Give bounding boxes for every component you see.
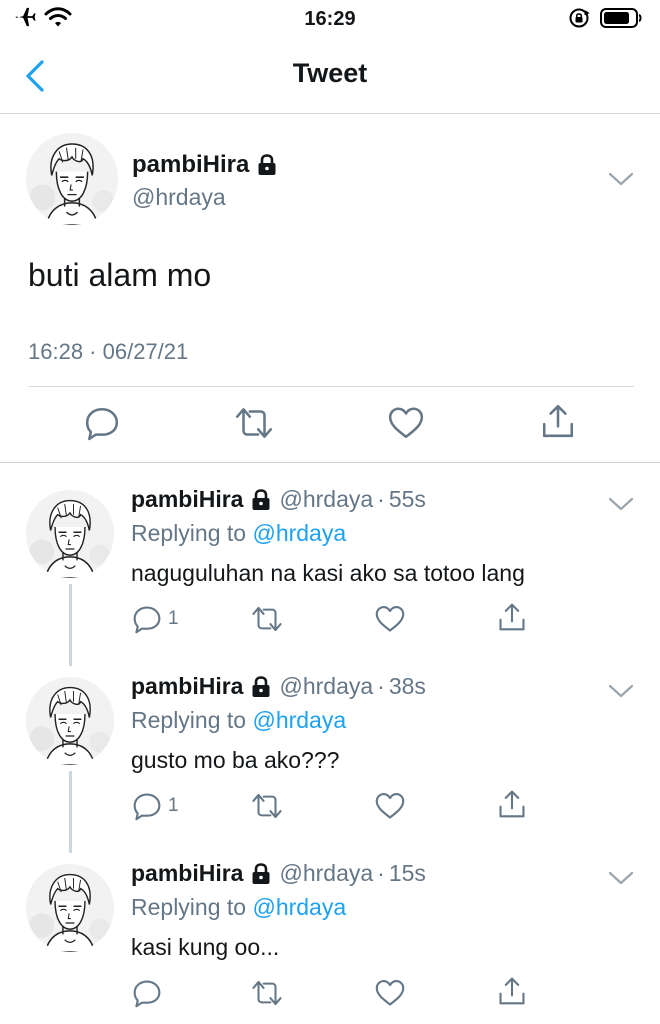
tweet-age: 15s: [388, 860, 426, 886]
chevron-down-icon[interactable]: [608, 496, 634, 512]
tweet-actions: 1: [0, 604, 660, 636]
share-icon[interactable]: [540, 403, 576, 439]
replying-to: Replying to @hrdaya: [131, 894, 346, 921]
tweet-text: buti alam mo: [28, 257, 212, 293]
replying-to-label: Replying to: [131, 894, 247, 920]
reply-icon: [132, 604, 162, 634]
lock-icon: [257, 154, 277, 176]
replying-to: Replying to @hrdaya: [131, 520, 346, 547]
tweet-actions: [0, 405, 660, 445]
mention-link[interactable]: @hrdaya: [252, 707, 346, 733]
display-name[interactable]: pambiHira: [132, 151, 277, 179]
tweet-text: kasi kung oo...: [131, 934, 280, 960]
replying-to-label: Replying to: [131, 707, 247, 733]
main-tweet: pambiHira @hrdaya buti alam mo 16:28 · 0…: [0, 115, 660, 463]
lock-icon: [251, 489, 271, 511]
user-handle[interactable]: @hrdaya: [132, 184, 226, 211]
tweet-timestamp[interactable]: 16:28 · 06/27/21: [28, 339, 188, 365]
reply-tweet[interactable]: pambiHira @hrdaya · 55s Replying to @hrd…: [0, 466, 660, 666]
replying-to: Replying to @hrdaya: [131, 707, 346, 734]
tweet-actions: 1: [0, 791, 660, 823]
reply-icon: [132, 791, 162, 821]
navigation-bar: Tweet: [0, 40, 660, 114]
reply-button[interactable]: 1: [132, 791, 179, 821]
separator: ·: [377, 673, 385, 699]
tweet-age: 55s: [388, 486, 426, 512]
share-icon[interactable]: [497, 789, 527, 819]
status-time: 16:29: [304, 8, 356, 30]
separator: ·: [377, 860, 385, 886]
mention-link[interactable]: @hrdaya: [252, 520, 346, 546]
divider: [28, 386, 634, 387]
avatar[interactable]: [26, 490, 114, 578]
page-title: Tweet: [292, 58, 368, 88]
chevron-down-icon[interactable]: [608, 171, 634, 187]
reply-icon[interactable]: [84, 405, 120, 441]
share-icon[interactable]: [497, 976, 527, 1006]
retweet-icon[interactable]: [250, 604, 284, 634]
like-icon[interactable]: [387, 405, 425, 441]
chevron-down-icon[interactable]: [608, 683, 634, 699]
tweet-age: 38s: [388, 673, 426, 699]
lock-icon: [251, 676, 271, 698]
avatar[interactable]: [26, 864, 114, 952]
reply-count: 1: [168, 795, 179, 816]
replying-to-label: Replying to: [131, 520, 247, 546]
user-handle[interactable]: @hrdaya: [279, 673, 373, 700]
like-icon[interactable]: [374, 978, 406, 1008]
tweet-text: naguguluhan na kasi ako sa totoo lang: [131, 560, 525, 586]
tweet-actions: [0, 978, 660, 1010]
orientation-lock-icon: [568, 7, 590, 29]
separator: ·: [377, 486, 385, 512]
user-handle[interactable]: @hrdaya: [279, 486, 373, 513]
like-icon[interactable]: [374, 791, 406, 821]
reply-icon[interactable]: [132, 978, 162, 1008]
reply-tweet[interactable]: pambiHira @hrdaya · 15s Replying to @hrd…: [0, 840, 660, 1024]
display-name[interactable]: pambiHira: [131, 673, 243, 700]
mention-link[interactable]: @hrdaya: [252, 894, 346, 920]
tweet-text: gusto mo ba ako???: [131, 747, 340, 773]
battery-icon: [600, 7, 642, 29]
display-name-text: pambiHira: [132, 151, 250, 178]
reply-tweet[interactable]: pambiHira @hrdaya · 38s Replying to @hrd…: [0, 653, 660, 853]
lock-icon: [251, 863, 271, 885]
reply-button[interactable]: 1: [132, 604, 179, 634]
avatar[interactable]: [26, 133, 118, 225]
user-handle[interactable]: @hrdaya: [279, 860, 373, 887]
retweet-icon[interactable]: [233, 405, 275, 441]
retweet-icon[interactable]: [250, 791, 284, 821]
display-name[interactable]: pambiHira: [131, 486, 243, 513]
status-bar: 16:29: [0, 0, 660, 40]
reply-count: 1: [168, 608, 179, 629]
avatar[interactable]: [26, 677, 114, 765]
display-name[interactable]: pambiHira: [131, 860, 243, 887]
retweet-icon[interactable]: [250, 978, 284, 1008]
chevron-down-icon[interactable]: [608, 870, 634, 886]
like-icon[interactable]: [374, 604, 406, 634]
share-icon[interactable]: [497, 602, 527, 632]
